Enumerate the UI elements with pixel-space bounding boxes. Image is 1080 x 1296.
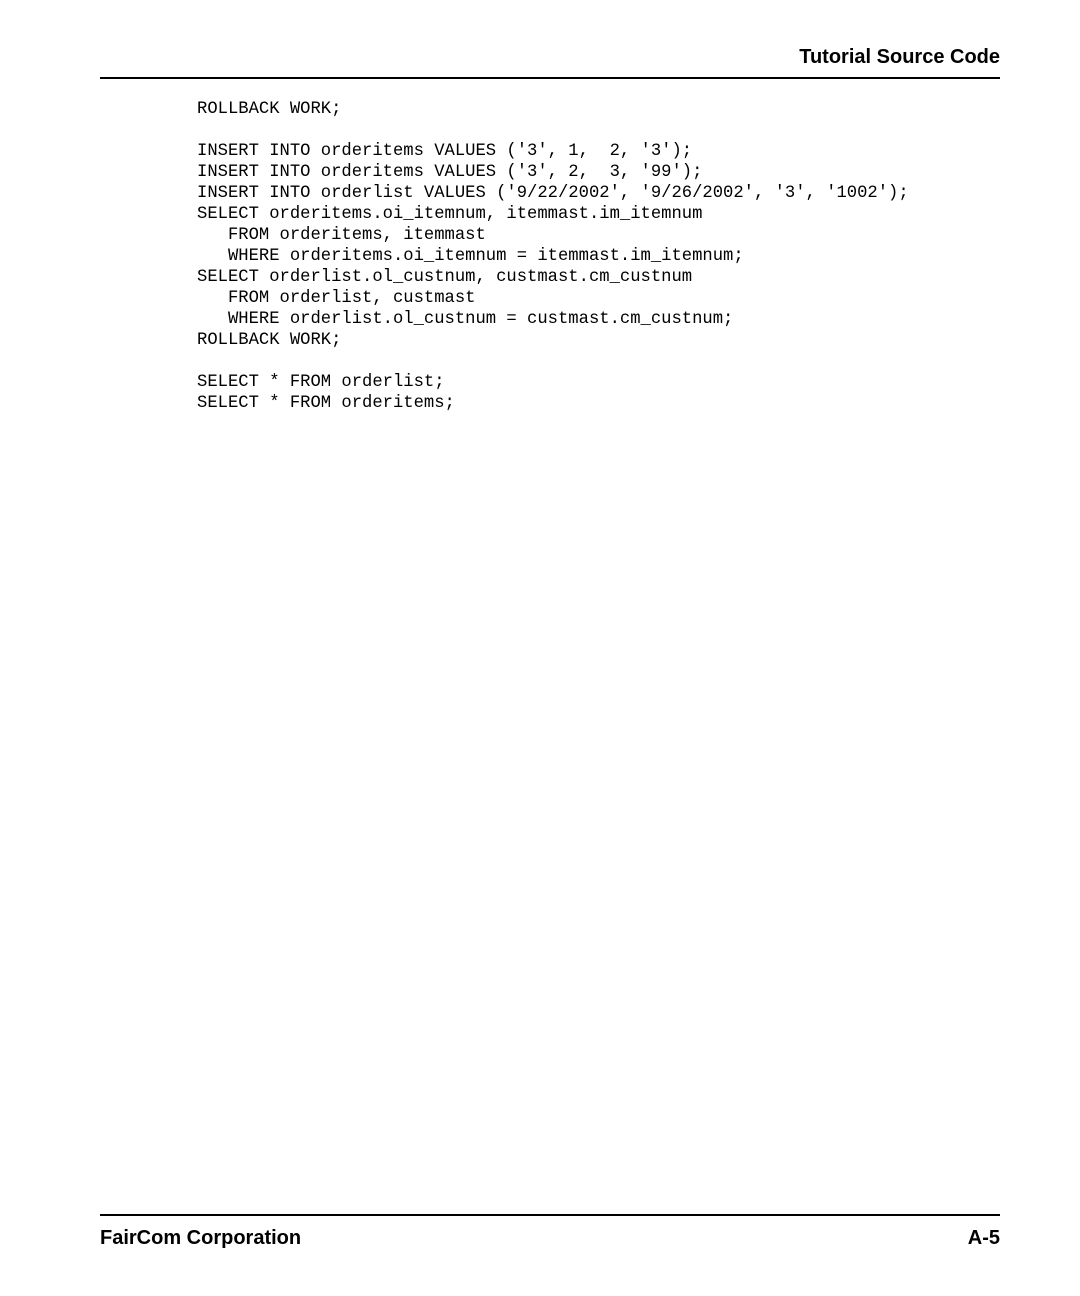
source-code-block: ROLLBACK WORK; INSERT INTO orderitems VA… (197, 100, 1000, 415)
footer-company: FairCom Corporation (100, 1227, 301, 1250)
page-header: Tutorial Source Code (100, 46, 1000, 79)
page: Tutorial Source Code ROLLBACK WORK; INSE… (0, 0, 1080, 1296)
page-footer: FairCom Corporation A-5 (100, 1227, 1000, 1250)
footer-rule (100, 1214, 1000, 1216)
header-title: Tutorial Source Code (799, 46, 1000, 68)
footer-page-number: A-5 (968, 1227, 1000, 1250)
